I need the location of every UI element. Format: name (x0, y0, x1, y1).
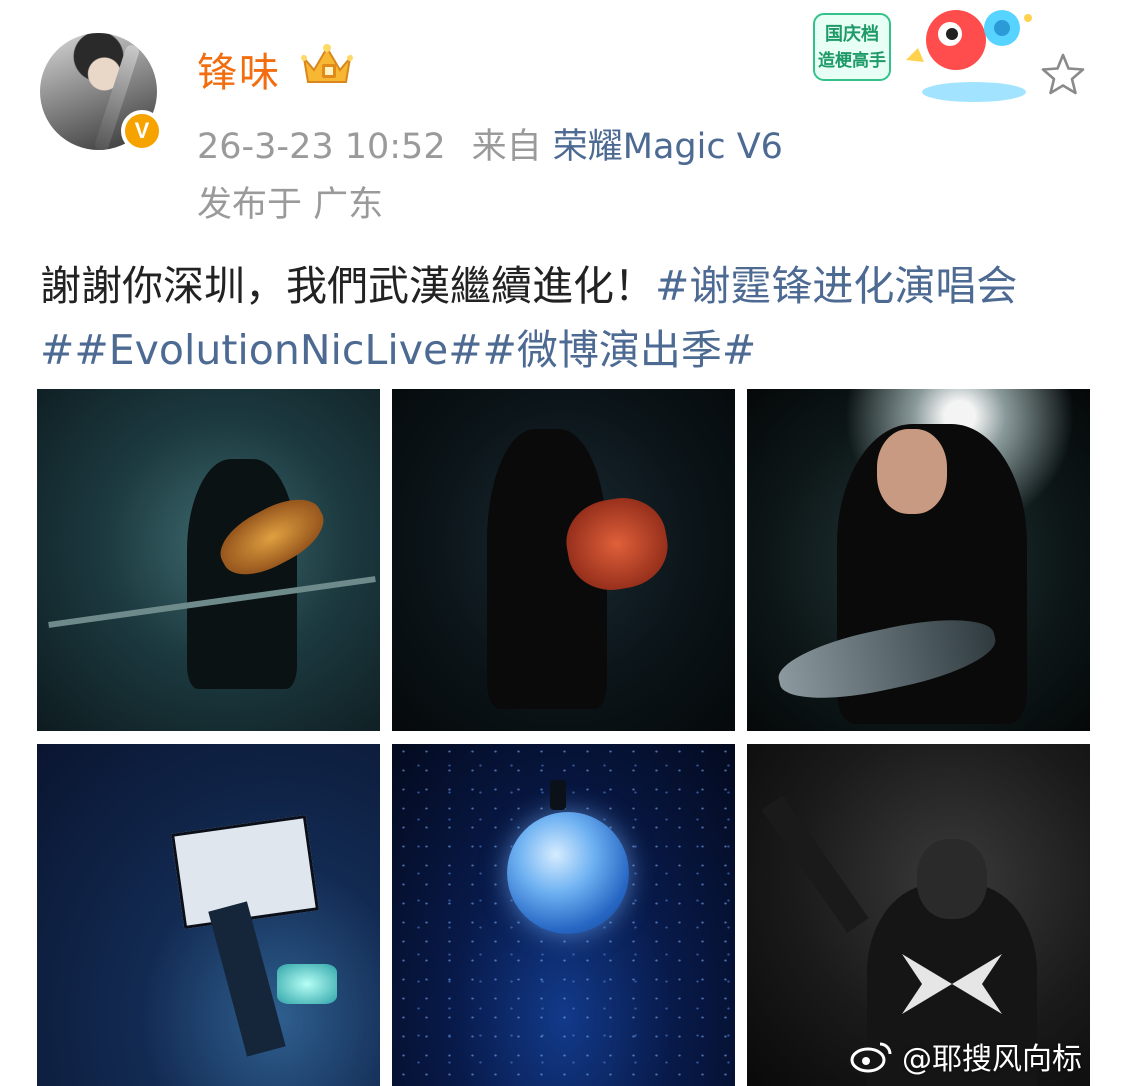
source-prefix: 来自 (471, 127, 542, 167)
badge-text-line2: 造梗高手 (818, 50, 886, 71)
post-text: 謝謝你深圳，我們武漢繼續進化！#谢霆锋进化演唱会##EvolutionNicLi… (40, 254, 1100, 382)
watermark-text: @耶搜风向标 (902, 1042, 1082, 1077)
crown-level-icon (301, 44, 353, 83)
post-image-6[interactable]: @耶搜风向标 (747, 744, 1090, 1086)
post-image-1[interactable] (37, 389, 380, 731)
post-location: 发布于 广东 (197, 185, 384, 225)
performer-face-graphic (877, 429, 947, 514)
device-link[interactable]: 荣耀Magic V6 (553, 127, 783, 167)
butterfly-emblem-graphic (902, 954, 1002, 1014)
post-body-text: 謝謝你深圳，我們武漢繼續進化！ (40, 262, 655, 310)
username[interactable]: 锋味 (197, 40, 281, 98)
post-meta-line: 26-3-23 10:52 来自 荣耀Magic V6 (197, 118, 783, 169)
post-timestamp: 26-3-23 10:52 (197, 127, 446, 167)
stage-light-graphic (277, 964, 337, 1004)
performer-head-graphic (917, 839, 987, 919)
weibo-logo-icon (850, 1042, 892, 1073)
post-image-3[interactable] (747, 389, 1090, 731)
post-image-5[interactable] (392, 744, 735, 1086)
favorite-star-icon[interactable] (1040, 52, 1086, 96)
post-image-4[interactable] (37, 744, 380, 1086)
holiday-badge-icon: 国庆档 造梗高手 (813, 10, 1032, 102)
stage-arm-graphic (208, 901, 286, 1057)
globe-stage-graphic (507, 812, 629, 934)
verified-badge-icon: V (121, 110, 163, 152)
watermark: @耶搜风向标 (850, 1034, 1082, 1078)
raised-arm-graphic (761, 795, 869, 933)
badge-text-line1: 国庆档 (825, 23, 879, 45)
performer-figure (550, 780, 566, 810)
post-image-2[interactable] (392, 389, 735, 731)
